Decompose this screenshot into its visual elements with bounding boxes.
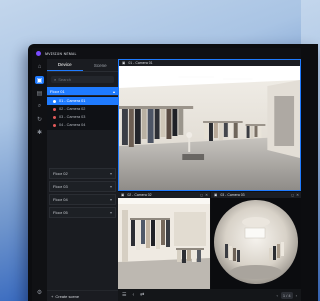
image-icon[interactable]: ▤ xyxy=(35,89,44,97)
camera-label: 01 - Camera 01 xyxy=(59,99,86,103)
tab-device[interactable]: Device xyxy=(47,59,83,71)
tile-title: 01 - Camera 01 xyxy=(128,61,153,65)
menu-icon[interactable]: ☰ xyxy=(122,292,126,298)
prev-page-icon[interactable]: ‹ xyxy=(277,293,278,298)
camera-label: 04 - Camera 04 xyxy=(59,123,86,127)
camera-tile-icon: ▣ xyxy=(121,193,125,197)
list-item-camera-02[interactable]: 02 - Camera 02 xyxy=(47,105,118,113)
chevron-down-icon: ▾ xyxy=(109,210,112,215)
camera-feed-fisheye xyxy=(211,198,301,289)
tile-title: 03 - Camera 03 xyxy=(220,193,245,197)
list-item-camera-04[interactable]: 04 - Camera 04 xyxy=(47,121,118,129)
floor-02-header[interactable]: Floor 02 ▾ xyxy=(49,168,116,179)
gear-icon[interactable]: ⚙ xyxy=(35,288,44,296)
close-icon[interactable]: ✕ xyxy=(296,193,299,197)
camera-tile-icon: ▣ xyxy=(214,193,218,197)
bottom-toolbar: ☰ ‹ ⇄ ‹ 1 / 4 › xyxy=(118,289,301,301)
page-indicator: 1 / 4 xyxy=(280,291,293,299)
search-box: ⌕ xyxy=(51,76,114,83)
pager: ‹ 1 / 4 › xyxy=(277,291,297,299)
floor-list: Floor 02 ▾ Floor 03 ▾ Floor 04 ▾ Floor 0… xyxy=(47,168,118,218)
tile-tools: ◻ ✕ xyxy=(200,193,210,197)
list-item-camera-03[interactable]: 03 - Camera 03 xyxy=(47,113,118,121)
device-panel: Device Scene ⌕ Floor 01 ▴ 01 - Camera 01… xyxy=(47,59,118,301)
camera-label: 02 - Camera 02 xyxy=(59,107,86,111)
chevron-down-icon: ▾ xyxy=(109,171,112,176)
floor-label: Floor 04 xyxy=(53,197,68,202)
snapshot-icon[interactable]: ◻ xyxy=(200,193,203,197)
status-dot xyxy=(53,99,56,103)
floor-01-header[interactable]: Floor 01 ▴ xyxy=(47,87,118,96)
app-title: ᴍᴠɪsɪᴏɴ ɴᴇᴍᴀʟ xyxy=(45,51,77,56)
create-scene-label: Create scene xyxy=(55,293,80,299)
app-window: ᴍᴠɪsɪᴏɴ ɴᴇᴍᴀʟ ⌂ ▣ ▤ ⌕ ↻ ✱ ⚙ Device Scene… xyxy=(32,48,301,301)
home-icon[interactable]: ⌂ xyxy=(35,63,44,71)
camera-feed-clothing-rack xyxy=(118,198,210,289)
refresh-icon[interactable]: ⇄ xyxy=(140,292,144,298)
search-icon: ⌕ xyxy=(54,77,57,82)
create-scene-button[interactable]: + Create scene xyxy=(47,290,118,301)
search-icon[interactable]: ⌕ xyxy=(35,102,44,110)
playback-icon[interactable]: ↻ xyxy=(35,115,44,123)
camera-feed-store-interior xyxy=(119,66,300,190)
panel-tabs: Device Scene xyxy=(47,59,118,72)
floor-05-header[interactable]: Floor 05 ▾ xyxy=(49,207,116,218)
camera-tile-icon: ▣ xyxy=(122,61,126,65)
nav-rail: ⌂ ▣ ▤ ⌕ ↻ ✱ ⚙ xyxy=(32,59,47,301)
snapshot-icon[interactable]: ◻ xyxy=(291,193,294,197)
search-input[interactable] xyxy=(58,77,114,82)
floor-label: Floor 02 xyxy=(53,171,68,176)
chevron-up-icon: ▴ xyxy=(112,88,115,94)
app-logo xyxy=(36,51,41,56)
status-dot xyxy=(53,123,56,127)
floor-04-header[interactable]: Floor 04 ▾ xyxy=(49,194,116,205)
close-icon[interactable]: ✕ xyxy=(205,193,208,197)
video-tile-camera-02[interactable]: ▣ 02 - Camera 02 ◻ ✕ xyxy=(118,192,210,289)
back-icon[interactable]: ‹ xyxy=(132,292,134,298)
video-tile-camera-03[interactable]: ▣ 03 - Camera 03 ◻ ✕ xyxy=(211,192,301,289)
tab-scene[interactable]: Scene xyxy=(83,59,119,71)
status-dot xyxy=(53,115,56,119)
camera-icon[interactable]: ▣ xyxy=(35,76,44,84)
chevron-down-icon: ▾ xyxy=(109,184,112,189)
settings-icon[interactable]: ✱ xyxy=(35,128,44,136)
title-bar: ᴍᴠɪsɪᴏɴ ɴᴇᴍᴀʟ xyxy=(32,48,301,59)
tile-title: 02 - Camera 02 xyxy=(127,193,152,197)
next-page-icon[interactable]: › xyxy=(296,293,297,298)
camera-list: 01 - Camera 01 02 - Camera 02 03 - Camer… xyxy=(47,96,118,130)
video-wall: ▣ 01 - Camera 01 ▣ 02 - Camera 02 ◻ ✕ ▣ … xyxy=(118,59,301,301)
status-dot xyxy=(53,107,56,111)
floor-label: Floor 03 xyxy=(53,184,68,189)
video-tile-camera-01[interactable]: ▣ 01 - Camera 01 xyxy=(118,59,301,191)
chevron-down-icon: ▾ xyxy=(109,197,112,202)
list-item-camera-01[interactable]: 01 - Camera 01 xyxy=(47,97,118,105)
panel-spacer xyxy=(47,130,118,166)
plus-icon: + xyxy=(51,293,54,299)
tile-tools: ◻ ✕ xyxy=(291,193,301,197)
floor-label: Floor 05 xyxy=(53,210,68,215)
floor-label: Floor 01 xyxy=(50,88,65,94)
camera-label: 03 - Camera 03 xyxy=(59,115,86,119)
floor-03-header[interactable]: Floor 03 ▾ xyxy=(49,181,116,192)
